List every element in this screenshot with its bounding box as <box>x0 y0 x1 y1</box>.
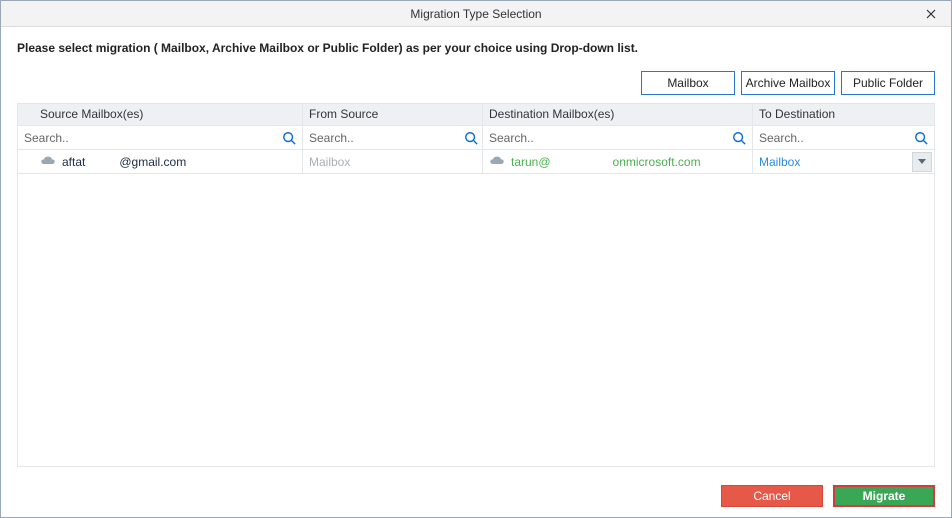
search-icon[interactable] <box>282 131 296 145</box>
cancel-button[interactable]: Cancel <box>721 485 823 507</box>
cell-destination-mailbox: tarun@onmicrosoft.com <box>483 150 753 173</box>
search-from-source-cell <box>303 126 483 149</box>
grid-search-row <box>18 126 934 150</box>
close-button[interactable] <box>911 1 951 27</box>
destination-email-text: tarun@onmicrosoft.com <box>511 155 701 169</box>
migrate-button[interactable]: Migrate <box>833 485 935 507</box>
search-icon[interactable] <box>732 131 746 145</box>
from-source-text: Mailbox <box>309 155 350 169</box>
mapping-grid: Source Mailbox(es) From Source Destinati… <box>17 103 935 467</box>
col-header-destination-mailbox: Destination Mailbox(es) <box>483 104 753 125</box>
grid-header-row: Source Mailbox(es) From Source Destinati… <box>18 104 934 126</box>
search-from-source-input[interactable] <box>309 129 464 147</box>
cell-from-source: Mailbox <box>303 150 483 173</box>
chevron-down-icon <box>918 159 926 165</box>
dialog-content: Please select migration ( Mailbox, Archi… <box>1 27 951 487</box>
search-icon[interactable] <box>914 131 928 145</box>
search-source-mailbox-cell <box>18 126 303 149</box>
search-icon[interactable] <box>464 131 478 145</box>
cloud-icon <box>489 156 505 168</box>
archive-mailbox-button[interactable]: Archive Mailbox <box>741 71 835 95</box>
close-icon <box>926 9 936 19</box>
dialog-footer: Cancel Migrate <box>1 487 951 517</box>
source-email-text: aftat@gmail.com <box>62 155 186 169</box>
cloud-icon <box>40 156 56 168</box>
to-destination-text: Mailbox <box>759 155 800 169</box>
instruction-text: Please select migration ( Mailbox, Archi… <box>17 41 935 55</box>
window-title: Migration Type Selection <box>1 7 951 21</box>
search-to-destination-input[interactable] <box>759 129 914 147</box>
search-destination-mailbox-cell <box>483 126 753 149</box>
cell-to-destination: Mailbox <box>753 150 934 173</box>
col-header-to-destination: To Destination <box>753 104 934 125</box>
migration-type-buttons: Mailbox Archive Mailbox Public Folder <box>17 71 935 95</box>
titlebar: Migration Type Selection <box>1 1 951 27</box>
search-to-destination-cell <box>753 126 934 149</box>
search-source-mailbox-input[interactable] <box>24 129 282 147</box>
col-header-source-mailbox: Source Mailbox(es) <box>18 104 303 125</box>
public-folder-button[interactable]: Public Folder <box>841 71 935 95</box>
to-destination-dropdown[interactable] <box>912 152 932 172</box>
grid-empty-area <box>18 174 934 466</box>
col-header-from-source: From Source <box>303 104 483 125</box>
search-destination-mailbox-input[interactable] <box>489 129 732 147</box>
mailbox-button[interactable]: Mailbox <box>641 71 735 95</box>
table-row: aftat@gmail.com Mailbox tarun@onmicrosof… <box>18 150 934 174</box>
migration-dialog: Migration Type Selection Please select m… <box>0 0 952 518</box>
cell-source-mailbox: aftat@gmail.com <box>18 150 303 173</box>
